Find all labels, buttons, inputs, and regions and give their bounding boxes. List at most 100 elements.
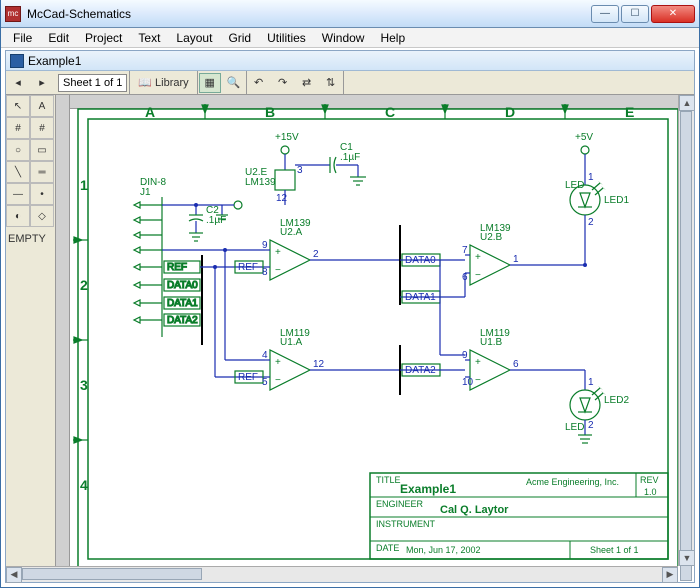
svg-text:LED: LED (565, 180, 584, 191)
palette-port[interactable]: ◇ (30, 205, 54, 227)
app-icon: mc (5, 6, 21, 22)
svg-text:6: 6 (513, 359, 519, 370)
palette-circle[interactable]: ○ (6, 139, 30, 161)
svg-text:12: 12 (313, 359, 325, 370)
svg-text:DATA2: DATA2 (167, 315, 198, 326)
menu-help[interactable]: Help (372, 29, 413, 47)
svg-text:1: 1 (588, 172, 594, 183)
menu-utilities[interactable]: Utilities (259, 29, 314, 47)
svg-text:1: 1 (513, 254, 519, 265)
svg-text:−: − (475, 270, 481, 281)
palette-rect[interactable]: ▭ (30, 139, 54, 161)
palette-bus[interactable]: ═ (30, 161, 54, 183)
menu-file[interactable]: File (5, 29, 40, 47)
svg-text:LM119: LM119 (280, 328, 310, 339)
svg-text:+5V: +5V (575, 132, 593, 143)
power-15v: +15V (275, 132, 299, 170)
tool-flip-v[interactable]: ⇅ (320, 73, 342, 93)
title-bar: mc McCad-Schematics — ☐ ✕ (1, 0, 699, 28)
svg-text:1: 1 (588, 377, 594, 388)
vscroll-thumb[interactable] (680, 111, 692, 581)
svg-text:DATE: DATE (376, 543, 399, 553)
svg-text:INSTRUMENT: INSTRUMENT (376, 519, 435, 529)
svg-text:B: B (265, 104, 275, 120)
library-button[interactable]: 📖 Library (131, 73, 195, 93)
svg-text:2: 2 (588, 420, 594, 431)
menu-edit[interactable]: Edit (40, 29, 77, 47)
svg-text:A: A (145, 104, 155, 120)
tool-rotate-cw[interactable]: ↷ (272, 73, 294, 93)
svg-text:Sheet 1 of 1: Sheet 1 of 1 (590, 545, 639, 555)
scroll-left-button[interactable]: ◀ (6, 567, 22, 583)
svg-text:REF: REF (238, 262, 258, 273)
close-button[interactable]: ✕ (651, 5, 695, 23)
palette-grid[interactable]: # (6, 117, 30, 139)
svg-text:8: 8 (262, 267, 268, 278)
document-title-bar[interactable]: Example1 (6, 51, 694, 71)
svg-text:REF: REF (238, 372, 258, 383)
scroll-right-button[interactable]: ▶ (662, 567, 678, 583)
svg-text:.1µF: .1µF (206, 215, 226, 226)
palette-junction[interactable]: • (30, 183, 54, 205)
title-block: TITLE Example1 Acme Engineering, Inc. RE… (370, 473, 668, 559)
svg-text:−: − (275, 375, 281, 386)
svg-text:9: 9 (262, 240, 268, 251)
scroll-up-button[interactable]: ▲ (679, 95, 695, 111)
menu-layout[interactable]: Layout (168, 29, 220, 47)
svg-text:Mon, Jun 17, 2002: Mon, Jun 17, 2002 (406, 545, 481, 555)
svg-text:LED2: LED2 (604, 395, 629, 406)
component-c1: C1 .1µF (295, 142, 366, 185)
svg-text:4: 4 (80, 477, 88, 493)
palette-grid2[interactable]: # (30, 117, 54, 139)
svg-text:REV: REV (640, 475, 659, 485)
component-c2: C2 .1µF (162, 201, 242, 241)
palette-arrow[interactable]: ↖ (6, 95, 30, 117)
svg-text:DATA0: DATA0 (167, 280, 198, 291)
svg-text:D: D (505, 104, 515, 120)
palette-text[interactable]: A (30, 95, 54, 117)
menu-project[interactable]: Project (77, 29, 130, 47)
component-u2b: +− U2.B LM139 7 6 1 (462, 223, 587, 285)
horizontal-scrollbar[interactable]: ◀ ▶ (6, 566, 678, 582)
svg-text:LED: LED (565, 422, 584, 433)
nav-prev-button[interactable]: ◂ (7, 73, 29, 93)
svg-text:2: 2 (80, 277, 88, 293)
svg-text:+: + (275, 357, 281, 368)
palette-hline[interactable]: — (6, 183, 30, 205)
component-u1a: +− U1.A LM119 4 5 12 (262, 328, 400, 390)
nav-next-button[interactable]: ▸ (31, 73, 53, 93)
tool-zoom[interactable]: 🔍 (223, 73, 245, 93)
component-led1: LED LED1 1 2 (565, 172, 629, 255)
tool-select[interactable]: ▦ (199, 73, 221, 93)
maximize-button[interactable]: ☐ (621, 5, 649, 23)
svg-text:3: 3 (80, 377, 88, 393)
svg-text:7: 7 (462, 245, 468, 256)
svg-text:LM139: LM139 (480, 223, 511, 234)
hscroll-thumb[interactable] (22, 568, 202, 580)
svg-text:Cal Q. Laytor: Cal Q. Laytor (440, 504, 509, 516)
tool-rotate-ccw[interactable]: ↶ (248, 73, 270, 93)
tool-flip-h[interactable]: ⇄ (296, 73, 318, 93)
svg-text:ENGINEER: ENGINEER (376, 499, 424, 509)
svg-text:LED1: LED1 (604, 195, 629, 206)
svg-text:2: 2 (588, 217, 594, 228)
library-icon: 📖 (138, 76, 152, 89)
sheet-indicator[interactable]: Sheet 1 of 1 (58, 74, 127, 92)
schematic-canvas[interactable]: A B C D E 1 2 (56, 95, 694, 566)
app-title: McCad-Schematics (27, 7, 591, 21)
palette-symbol[interactable]: ◐ (6, 205, 30, 227)
palette-line[interactable]: ╲ (6, 161, 30, 183)
svg-text:4: 4 (262, 350, 268, 361)
work-area: ↖A ## ○▭ ╲═ —• ◐◇ EMPTY A (6, 95, 694, 566)
menu-grid[interactable]: Grid (220, 29, 259, 47)
vertical-scrollbar[interactable]: ▲ ▼ (678, 95, 694, 566)
minimize-button[interactable]: — (591, 5, 619, 23)
component-led2: LED2 LED 1 2 (565, 370, 629, 443)
tool-palette: ↖A ## ○▭ ╲═ —• ◐◇ EMPTY (6, 95, 56, 566)
menu-text[interactable]: Text (130, 29, 168, 47)
menu-window[interactable]: Window (314, 29, 373, 47)
svg-text:+: + (275, 247, 281, 258)
svg-text:9: 9 (462, 350, 468, 361)
scroll-down-button[interactable]: ▼ (679, 550, 695, 566)
svg-text:REF: REF (167, 262, 187, 273)
